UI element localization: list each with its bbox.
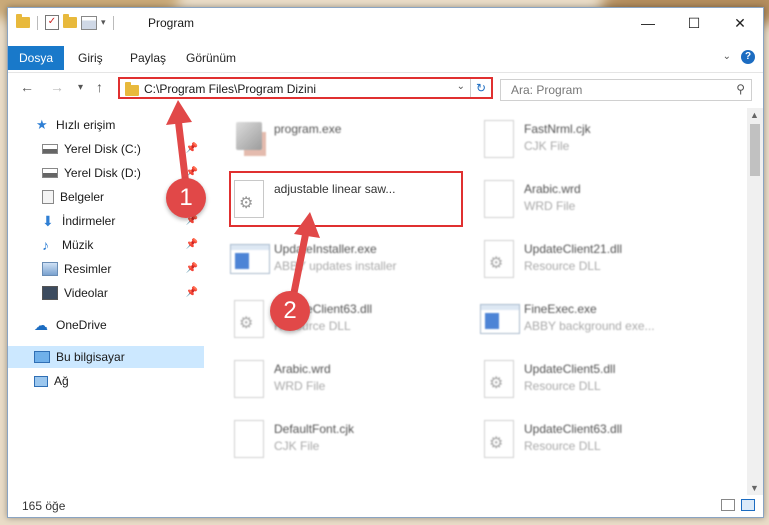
- arrow-2: [288, 212, 320, 307]
- arrow-1: [166, 100, 192, 189]
- callout-badge-2: 2: [270, 291, 310, 331]
- callout-arrows: [166, 100, 320, 307]
- callout-badge-1: 1: [166, 178, 206, 218]
